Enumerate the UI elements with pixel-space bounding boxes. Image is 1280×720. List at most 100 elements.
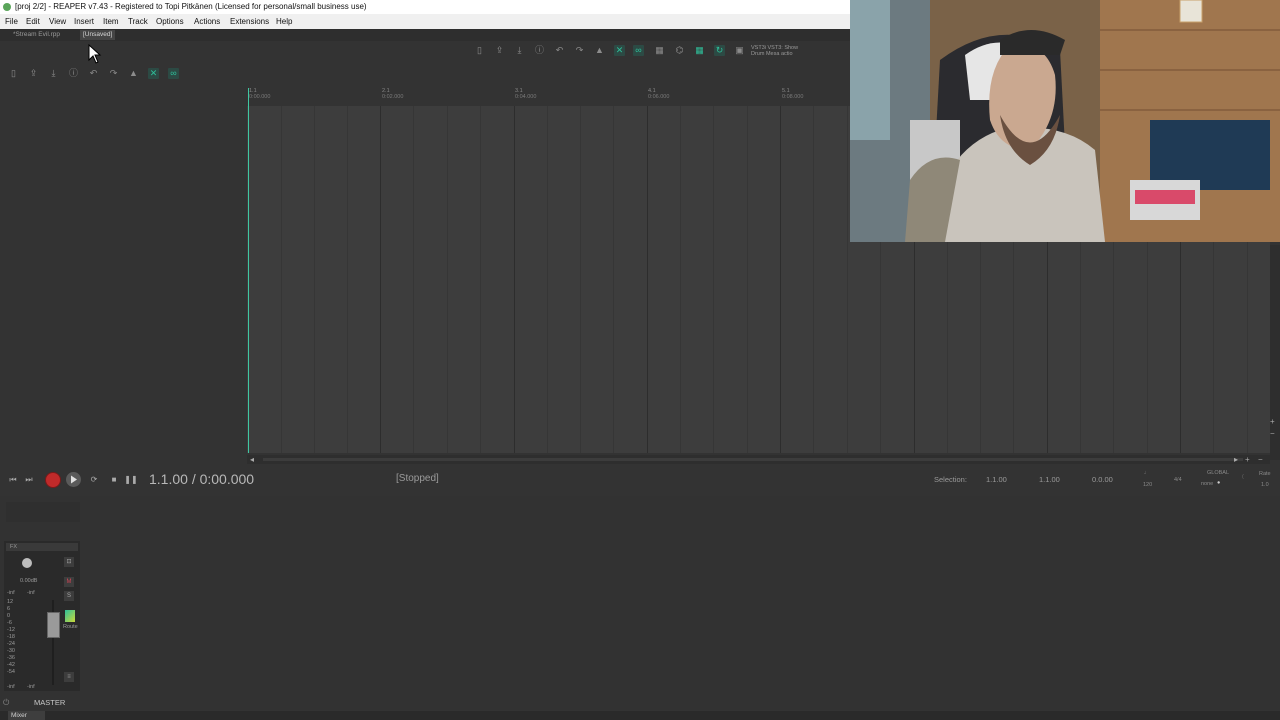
- repeat-icon[interactable]: ⟳: [87, 473, 101, 486]
- zoom-in-vertical-icon[interactable]: +: [1270, 418, 1275, 426]
- rate-value[interactable]: 1.0: [1261, 482, 1269, 488]
- reaper-app-icon: [3, 3, 11, 11]
- menu-help[interactable]: Help: [276, 14, 292, 29]
- ruler-mark: 5.1 0:08.000: [782, 88, 804, 100]
- global-label: GLOBAL: [1207, 470, 1230, 476]
- vertical-scrollbar[interactable]: [1270, 245, 1280, 460]
- open-project-icon[interactable]: ⇪: [28, 68, 39, 79]
- fx-button[interactable]: FX: [6, 543, 78, 551]
- master-options-icon[interactable]: ≡: [64, 672, 74, 682]
- zoom-in-horizontal-icon[interactable]: +: [1245, 456, 1250, 464]
- save-project-icon[interactable]: ⤓: [48, 68, 59, 79]
- route-label[interactable]: Route: [63, 624, 78, 630]
- tempo-value[interactable]: 120: [1143, 482, 1152, 488]
- snap-grid-icon[interactable]: ▦: [694, 45, 705, 56]
- bottom-level-right: -inf: [27, 684, 35, 690]
- snap-magnet-icon[interactable]: ↻: [714, 45, 725, 56]
- ruler-mark: 1.1 0:00.000: [249, 88, 271, 100]
- settings-knob-icon[interactable]: ●: [1217, 480, 1220, 486]
- ruler-mark: 2.1 0:02.000: [382, 88, 404, 100]
- tempo-icon: ♩: [1144, 470, 1150, 476]
- tab-stream-evil[interactable]: *Stream Evil.rpp: [10, 30, 63, 40]
- menu-edit[interactable]: Edit: [26, 14, 40, 29]
- redo-icon[interactable]: ↷: [108, 68, 119, 79]
- ruler-mark: 3.1 0:04.000: [515, 88, 537, 100]
- ripple-link-icon[interactable]: ∞: [168, 68, 179, 79]
- project-settings-icon[interactable]: ⓘ: [68, 68, 79, 79]
- stop-icon[interactable]: ■: [107, 473, 121, 486]
- menu-extensions[interactable]: Extensions: [230, 14, 269, 29]
- new-project-icon[interactable]: ▯: [474, 45, 485, 56]
- play-button[interactable]: [66, 472, 81, 487]
- mixer-folder-strip: [6, 502, 80, 522]
- master-volume-db: 0.00dB: [20, 578, 38, 584]
- mute-button[interactable]: M: [64, 577, 74, 587]
- save-project-icon[interactable]: ⤓: [514, 45, 525, 56]
- selection-end[interactable]: 1.1.00: [1039, 475, 1060, 484]
- metronome-icon[interactable]: ▲: [128, 68, 139, 79]
- mouse-cursor-icon: [88, 44, 102, 64]
- menu-options[interactable]: Options: [156, 14, 184, 29]
- webcam-image: [850, 0, 1280, 242]
- new-project-icon[interactable]: ▯: [8, 68, 19, 79]
- io-button-icon[interactable]: ⊡: [64, 557, 74, 567]
- menu-file[interactable]: File: [5, 14, 18, 29]
- undo-icon[interactable]: ↶: [554, 45, 565, 56]
- track-control-panel[interactable]: [0, 88, 247, 453]
- pan-knob[interactable]: [22, 558, 32, 568]
- pause-icon[interactable]: ❚❚: [124, 473, 138, 486]
- menu-view[interactable]: View: [49, 14, 66, 29]
- zoom-out-vertical-icon[interactable]: −: [1270, 430, 1275, 438]
- grid-toggle-icon[interactable]: ▦: [654, 45, 665, 56]
- solo-button[interactable]: S: [64, 591, 74, 601]
- go-to-end-icon[interactable]: ⏭: [22, 473, 36, 486]
- window-title: [proj 2/2] - REAPER v7.43 - Registered t…: [15, 2, 367, 11]
- menu-insert[interactable]: Insert: [74, 14, 94, 29]
- vst-line-2: Drum Mesa actio: [751, 51, 793, 57]
- redo-icon[interactable]: ↷: [574, 45, 585, 56]
- zoom-out-horizontal-icon[interactable]: −: [1258, 456, 1263, 464]
- ruler-mark: 4.1 0:06.000: [648, 88, 670, 100]
- edit-cursor: [248, 88, 249, 453]
- mixer-tab[interactable]: Mixer: [8, 711, 45, 720]
- toolbar-vst-buttons[interactable]: VST3i VST3: Show Drum Mesa actio: [751, 45, 798, 57]
- tab-unsaved[interactable]: [Unsaved]: [80, 30, 116, 40]
- play-icon: [71, 475, 77, 484]
- timeline-ruler[interactable]: 1.1 0:00.000 2.1 0:02.000 3.1 0:04.000 4.1 0…: [247, 86, 850, 106]
- peak-right: -inf: [27, 590, 35, 596]
- ripple-link-icon[interactable]: ∞: [633, 45, 644, 56]
- bottom-level-left: -inf: [7, 684, 15, 690]
- auto-crossfade-icon[interactable]: ✕: [148, 68, 159, 79]
- meter-scale: 12 6 0 -6 -12 -18 -24 -30 -36 -42 -54: [7, 599, 15, 675]
- project-settings-icon[interactable]: ⓘ: [534, 45, 545, 56]
- rate-divider: (: [1242, 474, 1244, 480]
- play-status: [Stopped]: [396, 473, 439, 484]
- selection-start[interactable]: 1.1.00: [986, 475, 1007, 484]
- fx-enable-icon[interactable]: [65, 610, 75, 622]
- open-project-icon[interactable]: ⇪: [494, 45, 505, 56]
- global-value[interactable]: none: [1201, 481, 1213, 487]
- webcam-overlay: [850, 0, 1280, 242]
- menu-track[interactable]: Track: [128, 14, 148, 29]
- horizontal-scroll-thumb[interactable]: [263, 458, 1243, 461]
- auto-crossfade-icon[interactable]: ✕: [614, 45, 625, 56]
- lock-icon[interactable]: ▣: [734, 45, 745, 56]
- record-button[interactable]: [45, 472, 61, 488]
- mixer-panel: [0, 496, 1280, 710]
- master-track-name: MASTER: [34, 698, 66, 707]
- envelope-link-icon[interactable]: ⌬: [674, 45, 685, 56]
- selection-length[interactable]: 0.0.00: [1092, 475, 1113, 484]
- rate-label: Rate: [1259, 471, 1271, 477]
- volume-fader[interactable]: [47, 612, 60, 638]
- go-to-start-icon[interactable]: ⏮: [6, 473, 20, 486]
- undo-icon[interactable]: ↶: [88, 68, 99, 79]
- time-signature[interactable]: 4/4: [1174, 477, 1182, 483]
- metronome-icon[interactable]: ▲: [594, 45, 605, 56]
- menu-item[interactable]: Item: [103, 14, 119, 29]
- master-power-icon[interactable]: ⏻: [3, 698, 9, 707]
- selection-label: Selection:: [934, 475, 967, 484]
- peak-left: -inf: [7, 590, 15, 596]
- scroll-right-icon[interactable]: ▸: [1234, 456, 1238, 464]
- scroll-left-icon[interactable]: ◂: [250, 456, 254, 464]
- menu-actions[interactable]: Actions: [194, 14, 220, 29]
